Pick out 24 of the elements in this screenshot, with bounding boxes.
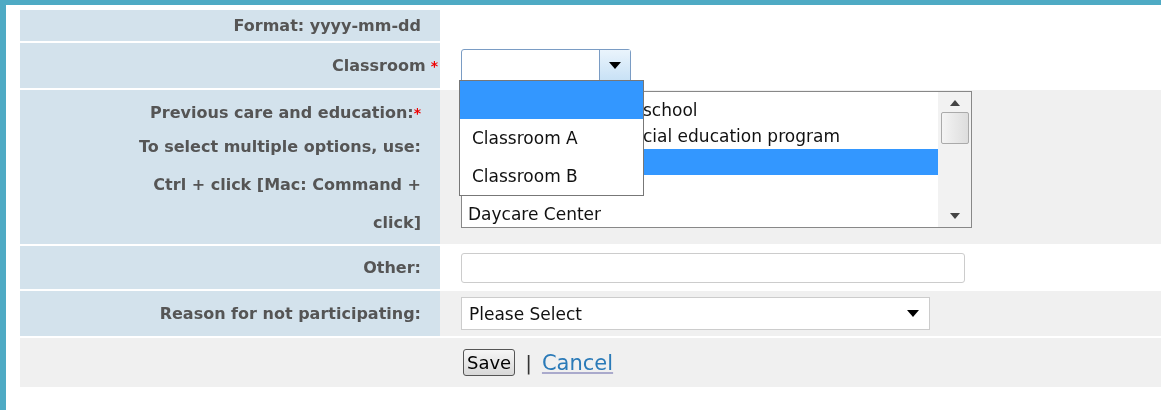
scrollbar-thumb[interactable] — [940, 112, 969, 144]
scroll-down-icon[interactable] — [949, 213, 960, 219]
caret-icon — [907, 310, 919, 317]
dropdown-button[interactable] — [599, 49, 630, 82]
separator: | — [525, 350, 532, 375]
help-text: To select multiple options, use: Ctrl + click [Mac: Command + click] — [137, 136, 421, 234]
required-mark: * — [430, 57, 438, 74]
required-mark: * — [413, 105, 421, 121]
field-label: Reason for not participating: — [159, 303, 421, 323]
field-label: Previous care and education: — [150, 103, 414, 122]
reason-select[interactable]: Please Select — [461, 297, 930, 330]
caret-icon — [609, 62, 621, 69]
classroom-dropdown[interactable] — [461, 48, 631, 83]
text-input[interactable] — [461, 252, 965, 283]
dropdown-option[interactable]: Classroom B — [460, 156, 643, 195]
field-label: Classroom — [332, 55, 426, 75]
save-button[interactable]: Save — [463, 349, 516, 376]
field-label: Other: — [363, 257, 421, 277]
field-label: Format: yyyy-mm-dd — [233, 15, 421, 35]
scrollbar[interactable] — [938, 92, 971, 227]
list-option[interactable]: Daycare Center — [462, 201, 938, 227]
scroll-up-icon[interactable] — [949, 100, 960, 106]
cancel-link[interactable]: Cancel — [541, 350, 614, 375]
dropdown-option[interactable]: Classroom A — [460, 118, 643, 157]
